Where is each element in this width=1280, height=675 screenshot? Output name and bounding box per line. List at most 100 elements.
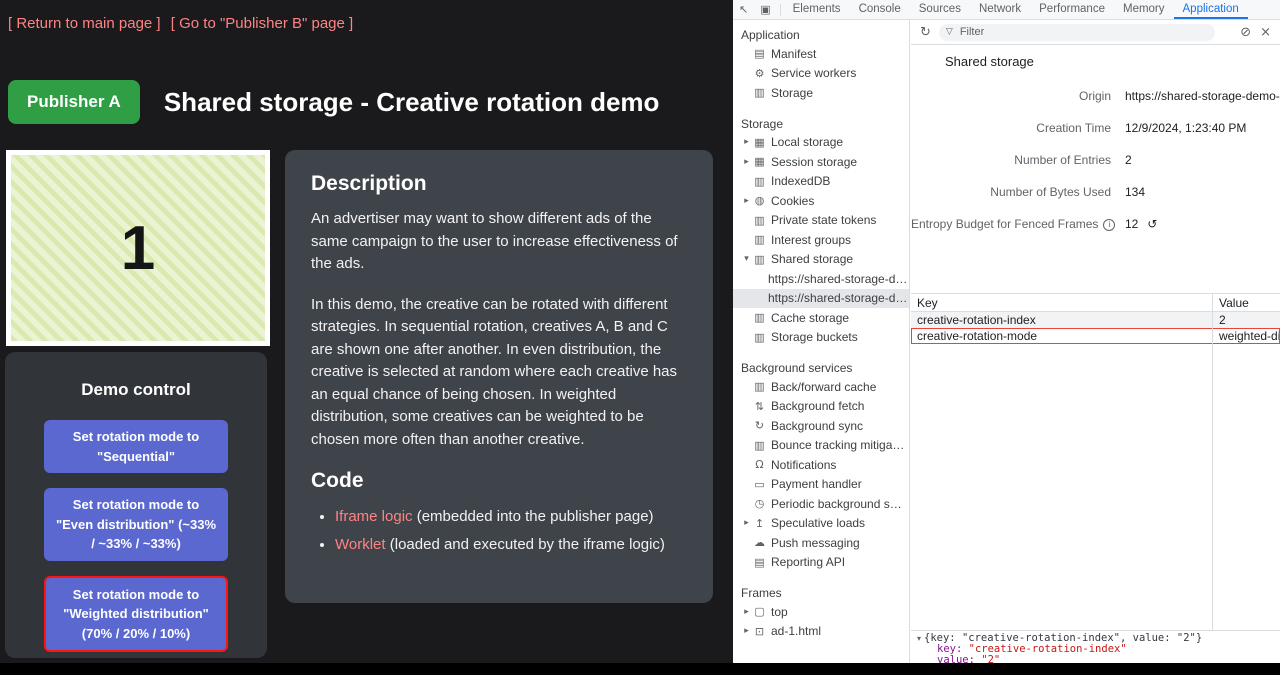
sidebar-item-reporting-api[interactable]: ▤Reporting API: [733, 553, 909, 573]
meta-row-bytes: Number of Bytes Used 134: [911, 176, 1280, 208]
publisher-b-link[interactable]: [ Go to "Publisher B" page ]: [171, 15, 353, 32]
expand-arrow-icon[interactable]: ▸: [741, 196, 752, 206]
sidebar-item-speculative-loads[interactable]: ▸↥Speculative loads: [733, 514, 909, 534]
gear-icon: ⚙: [752, 67, 767, 80]
device-toolbar-icon[interactable]: ▣: [754, 3, 776, 16]
demo-control-panel: Demo control Set rotation mode to "Seque…: [5, 352, 267, 658]
sidebar-item-frame-top[interactable]: ▸▢top: [733, 602, 909, 622]
description-heading: Description: [311, 172, 687, 196]
sidebar-item-storage[interactable]: ▥Storage: [733, 83, 909, 103]
sidebar-item-cookies[interactable]: ▸◍Cookies: [733, 191, 909, 211]
database-icon: ▥: [752, 311, 767, 324]
sidebar-section-application: Application: [733, 26, 909, 44]
storage-items-table: Key Value creative-rotation-index 2 crea…: [911, 293, 1280, 630]
return-main-link[interactable]: [ Return to main page ]: [8, 15, 161, 32]
page-title: Shared storage - Creative rotation demo: [164, 87, 660, 118]
tab-elements[interactable]: Elements: [784, 0, 850, 19]
meta-row-creation-time: Creation Time 12/9/2024, 1:23:40 PM: [911, 112, 1280, 144]
iframe-logic-link[interactable]: Iframe logic: [335, 508, 413, 525]
sidebar-item-service-workers[interactable]: ⚙Service workers: [733, 64, 909, 84]
sidebar-item-interest-groups[interactable]: ▥Interest groups: [733, 230, 909, 250]
devtools-window: ↖ ▣ Elements Console Sources Network Per…: [733, 0, 1280, 663]
sidebar-item-cache-storage[interactable]: ▥Cache storage: [733, 308, 909, 328]
table-header: Key Value: [911, 294, 1280, 312]
up-arrow-icon: ↥: [752, 517, 767, 530]
tab-network[interactable]: Network: [970, 0, 1030, 19]
sidebar-item-storage-buckets[interactable]: ▥Storage buckets: [733, 328, 909, 348]
database-icon: ▥: [752, 175, 767, 188]
sidebar-item-session-storage[interactable]: ▸▦Session storage: [733, 152, 909, 172]
list-item: Iframe logic (embedded into the publishe…: [335, 505, 687, 528]
sidebar-item-back-forward-cache[interactable]: ▥Back/forward cache: [733, 377, 909, 397]
creative-number: 1: [121, 213, 155, 284]
tab-console[interactable]: Console: [850, 0, 910, 19]
reset-budget-icon[interactable]: ↺: [1147, 217, 1157, 231]
sidebar-item-local-storage[interactable]: ▸▦Local storage: [733, 133, 909, 153]
rotation-weighted-button[interactable]: Set rotation mode to "Weighted distribut…: [44, 576, 228, 653]
pane-toolbar: ↻ ▽ ⊘ ×: [911, 20, 1280, 45]
publisher-badge: Publisher A: [8, 80, 140, 124]
caret-down-icon[interactable]: ▾: [917, 634, 921, 643]
cloud-icon: ☁: [752, 536, 767, 549]
sidebar-item-periodic-background-sync[interactable]: ◷Periodic background s…: [733, 494, 909, 514]
database-icon: ▥: [752, 253, 767, 266]
code-heading: Code: [311, 469, 687, 493]
divider: [780, 4, 781, 16]
sidebar-item-bounce-tracking[interactable]: ▥Bounce tracking mitiga…: [733, 436, 909, 456]
close-icon[interactable]: ×: [1260, 25, 1271, 40]
cookie-icon: ◍: [752, 194, 767, 207]
tab-application[interactable]: Application: [1174, 0, 1248, 19]
sidebar-item-payment-handler[interactable]: ▭Payment handler: [733, 475, 909, 495]
database-icon: ▥: [752, 380, 767, 393]
sidebar-item-frame-ad-1[interactable]: ▸⊡ad-1.html: [733, 622, 909, 642]
rotation-even-button[interactable]: Set rotation mode to "Even distribution"…: [44, 488, 228, 561]
expand-arrow-icon[interactable]: ▸: [741, 137, 752, 147]
tab-sources[interactable]: Sources: [910, 0, 970, 19]
application-sidebar: Application ▤Manifest ⚙Service workers ▥…: [733, 20, 910, 663]
column-divider[interactable]: [1212, 294, 1213, 630]
sidebar-item-indexeddb[interactable]: ▥IndexedDB: [733, 172, 909, 192]
description-paragraph-1: An advertiser may want to show different…: [311, 208, 687, 276]
rotation-sequential-button[interactable]: Set rotation mode to "Sequential": [44, 420, 228, 473]
code-list: Iframe logic (embedded into the publishe…: [311, 505, 687, 557]
table-row[interactable]: creative-rotation-mode weighted-dist: [911, 328, 1280, 344]
sidebar-item-manifest[interactable]: ▤Manifest: [733, 44, 909, 64]
filter-input[interactable]: [958, 25, 1208, 39]
preview-entry: value: "2": [917, 655, 1280, 663]
sidebar-item-background-fetch[interactable]: ⇅Background fetch: [733, 397, 909, 417]
sidebar-item-shared-storage-origin-1[interactable]: https://shared-storage-d…: [733, 269, 909, 289]
sidebar-item-push-messaging[interactable]: ☁Push messaging: [733, 533, 909, 553]
database-icon: ▥: [752, 439, 767, 452]
sync-icon: ↻: [752, 419, 767, 432]
filter-icon: ▽: [946, 27, 953, 37]
table-row[interactable]: creative-rotation-index 2: [911, 312, 1280, 328]
sidebar-item-shared-storage[interactable]: ▾▥Shared storage: [733, 250, 909, 270]
shared-storage-pane: ↻ ▽ ⊘ × Shared storage Origin https://sh…: [911, 20, 1280, 663]
database-icon: ▥: [752, 86, 767, 99]
info-icon[interactable]: i: [1103, 219, 1115, 231]
expand-arrow-icon[interactable]: ▸: [741, 518, 752, 528]
tab-performance[interactable]: Performance: [1030, 0, 1114, 19]
sidebar-item-notifications[interactable]: ΩNotifications: [733, 455, 909, 475]
collapse-arrow-icon[interactable]: ▾: [741, 254, 752, 264]
metadata-view: Origin https://shared-storage-demo-co Cr…: [911, 80, 1280, 240]
expand-arrow-icon[interactable]: ▸: [741, 626, 752, 636]
sidebar-section-storage: Storage: [733, 115, 909, 133]
meta-row-origin: Origin https://shared-storage-demo-co: [911, 80, 1280, 112]
list-item: Worklet (loaded and executed by the ifra…: [335, 533, 687, 556]
sidebar-item-background-sync[interactable]: ↻Background sync: [733, 416, 909, 436]
table-icon: ▦: [752, 136, 767, 149]
page-header: Publisher A Shared storage - Creative ro…: [8, 80, 659, 124]
expand-arrow-icon[interactable]: ▸: [741, 607, 752, 617]
refresh-icon[interactable]: ↻: [920, 25, 931, 40]
sidebar-item-private-state-tokens[interactable]: ▥Private state tokens: [733, 211, 909, 231]
expand-arrow-icon[interactable]: ▸: [741, 157, 752, 167]
inspect-icon[interactable]: ↖: [733, 3, 754, 16]
sidebar-item-shared-storage-origin-2[interactable]: https://shared-storage-d…: [733, 289, 909, 309]
filter-box: ▽: [939, 24, 1215, 41]
fetch-arrows-icon: ⇅: [752, 400, 767, 413]
worklet-link[interactable]: Worklet: [335, 536, 386, 553]
description-paragraph-2: In this demo, the creative can be rotate…: [311, 294, 687, 452]
delete-all-icon[interactable]: ⊘: [1240, 25, 1251, 40]
tab-memory[interactable]: Memory: [1114, 0, 1174, 19]
